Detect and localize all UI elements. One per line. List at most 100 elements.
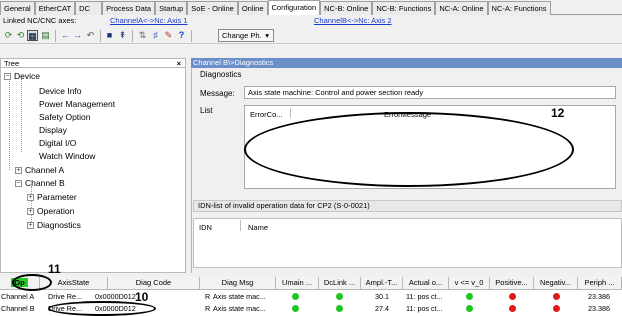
column-header-idn[interactable]: IDN bbox=[199, 223, 212, 232]
row-diag-msg: Axis state mac... bbox=[213, 304, 266, 313]
tree-title: Tree bbox=[4, 59, 20, 68]
tab-configuration[interactable]: Configuration bbox=[267, 0, 321, 15]
row-diag-msg: Axis state mac... bbox=[213, 292, 266, 301]
arrow-left-icon[interactable]: ← bbox=[60, 30, 71, 41]
tree-node-power-management[interactable]: Power Management bbox=[39, 99, 115, 110]
tree-label: Parameter bbox=[37, 192, 77, 202]
idn-list-header: IDN-list of invalid operation data for C… bbox=[193, 200, 622, 212]
tree-label: Channel A bbox=[25, 165, 65, 175]
positive-limit-dot bbox=[509, 293, 516, 300]
tab-ethercat[interactable]: EtherCAT bbox=[34, 1, 76, 15]
column-header-name[interactable]: Name bbox=[248, 223, 268, 232]
tree-node-watch-window[interactable]: Watch Window bbox=[39, 151, 95, 162]
row-ampl: 30.1 bbox=[375, 292, 389, 301]
tree-guide bbox=[9, 78, 10, 170]
column-header-diagcode[interactable]: Diag Code bbox=[108, 277, 200, 290]
sort-icon[interactable]: ⇅ bbox=[137, 30, 148, 41]
column-header-periph[interactable]: Periph ... bbox=[578, 277, 622, 290]
column-divider bbox=[240, 220, 241, 231]
column-header-diagmsg[interactable]: Diag Msg bbox=[200, 277, 276, 290]
toolbar: ⟳ ⟲ ▦ ▤ ← → ↶ ■ ⇞ ⇅ ♯ ✎ ? Change Ph. ▾ bbox=[0, 28, 622, 44]
message-field[interactable]: Axis state machine: Control and power se… bbox=[244, 86, 616, 99]
tree-node-parameter[interactable]: + Parameter bbox=[27, 192, 77, 203]
column-header-v-le-v0[interactable]: v <= v_0 bbox=[449, 277, 490, 290]
tree-view: − Device Device Info Power Management Saf… bbox=[0, 68, 186, 273]
expand-icon[interactable]: + bbox=[27, 208, 34, 215]
row-ampl: 27.4 bbox=[375, 304, 389, 313]
tree-label: Device bbox=[14, 71, 40, 81]
row-r-flag: R bbox=[205, 304, 211, 313]
link-channel-a[interactable]: ChannelA<->Nc: Axis 1 bbox=[110, 15, 188, 27]
column-header-ampl[interactable]: Ampl.-T... bbox=[361, 277, 403, 290]
row-periph: 23.386 bbox=[588, 292, 610, 301]
link-channel-b[interactable]: ChannelB<->Nc: Axis 2 bbox=[314, 15, 392, 27]
change-phase-dropdown[interactable]: Change Ph. ▾ bbox=[218, 29, 274, 42]
help-icon[interactable]: ? bbox=[176, 30, 187, 41]
column-header-actual[interactable]: Actual o... bbox=[403, 277, 449, 290]
tree-node-channel-b[interactable]: − Channel B bbox=[15, 178, 65, 189]
v-le-v0-status-dot bbox=[466, 293, 473, 300]
tree-label: Channel B bbox=[25, 178, 65, 188]
annotation-ring bbox=[244, 112, 574, 187]
chevron-down-icon: ▾ bbox=[265, 31, 269, 40]
tree-node-safety-option[interactable]: Safety Option bbox=[39, 112, 91, 123]
row-actual: 11: pos ct... bbox=[406, 304, 443, 313]
refresh-icon[interactable]: ⟳ bbox=[3, 30, 14, 41]
tab-nc-b-functions[interactable]: NC-B: Functions bbox=[372, 1, 436, 15]
table-icon[interactable]: ▤ bbox=[40, 30, 51, 41]
tab-dc[interactable]: DC bbox=[75, 1, 103, 15]
upload-icon[interactable]: ⇞ bbox=[117, 30, 128, 41]
tab-soe-online[interactable]: SoE - Online bbox=[187, 1, 238, 15]
callout-number: 11 bbox=[48, 262, 61, 276]
negative-limit-dot bbox=[553, 305, 560, 312]
close-icon[interactable]: × bbox=[177, 59, 181, 68]
expand-icon[interactable]: + bbox=[27, 222, 34, 229]
linked-axes-row: Linked NC/CNC axes: ChannelA<->Nc: Axis … bbox=[0, 15, 622, 27]
column-header-positive[interactable]: Positive... bbox=[490, 277, 534, 290]
tools-icon[interactable]: ✎ bbox=[163, 30, 174, 41]
annotation-ring bbox=[12, 274, 52, 291]
tree-node-operation[interactable]: + Operation bbox=[27, 206, 74, 217]
tree-header: Tree × bbox=[0, 58, 186, 68]
tab-startup[interactable]: Startup bbox=[155, 1, 188, 15]
expand-icon[interactable]: + bbox=[27, 194, 34, 201]
tab-process-data[interactable]: Process Data bbox=[102, 1, 156, 15]
arrow-right-icon[interactable]: → bbox=[72, 30, 83, 41]
tab-general[interactable]: General bbox=[0, 1, 35, 15]
tree-node-diagnostics[interactable]: + Diagnostics bbox=[27, 220, 81, 231]
tree-node-device-info[interactable]: Device Info bbox=[39, 86, 82, 97]
tab-nc-a-functions[interactable]: NC-A: Functions bbox=[487, 1, 551, 15]
umain-status-dot bbox=[292, 305, 299, 312]
tab-bar: General EtherCAT DC Process Data Startup SoE … bbox=[0, 0, 622, 15]
tree-label: Operation bbox=[37, 206, 75, 216]
tab-nc-a-online[interactable]: NC-A: Online bbox=[435, 1, 488, 15]
undo-icon[interactable]: ↶ bbox=[85, 30, 96, 41]
tree-node-display[interactable]: Display bbox=[39, 125, 67, 136]
collapse-icon[interactable]: − bbox=[15, 180, 22, 187]
reload-icon[interactable]: ⟲ bbox=[15, 30, 26, 41]
column-header-negative[interactable]: Negativ... bbox=[534, 277, 578, 290]
v-le-v0-status-dot bbox=[466, 305, 473, 312]
tab-nc-b-online[interactable]: NC-B: Online bbox=[320, 1, 373, 15]
linked-axes-label: Linked NC/CNC axes: bbox=[3, 16, 77, 25]
column-divider bbox=[290, 108, 291, 118]
toolbar-separator bbox=[132, 30, 133, 42]
expand-icon[interactable]: + bbox=[15, 167, 22, 174]
tab-online[interactable]: Online bbox=[237, 1, 268, 15]
dclink-status-dot bbox=[336, 293, 343, 300]
collapse-icon[interactable]: − bbox=[4, 73, 11, 80]
tree-node-digital-io[interactable]: Digital I/O bbox=[39, 138, 76, 149]
tree-node-device[interactable]: − Device bbox=[4, 71, 40, 82]
column-header-errorcode[interactable]: ErrorCo... bbox=[250, 110, 283, 119]
row-periph: 23.386 bbox=[588, 304, 610, 313]
row-r-flag: R bbox=[205, 292, 211, 301]
tree-node-channel-a[interactable]: + Channel A bbox=[15, 165, 64, 176]
row-axis-state: Drive Re... bbox=[48, 292, 82, 301]
column-header-umain[interactable]: Umain ... bbox=[276, 277, 319, 290]
column-header-dclink[interactable]: DcLink ... bbox=[319, 277, 361, 290]
section-title: Diagnostics bbox=[200, 70, 242, 79]
grid-icon[interactable]: ▦ bbox=[27, 30, 38, 41]
download-icon[interactable]: ■ bbox=[104, 30, 115, 41]
settings-icon[interactable]: ♯ bbox=[150, 30, 161, 41]
row-channel: Channel A bbox=[1, 292, 35, 301]
